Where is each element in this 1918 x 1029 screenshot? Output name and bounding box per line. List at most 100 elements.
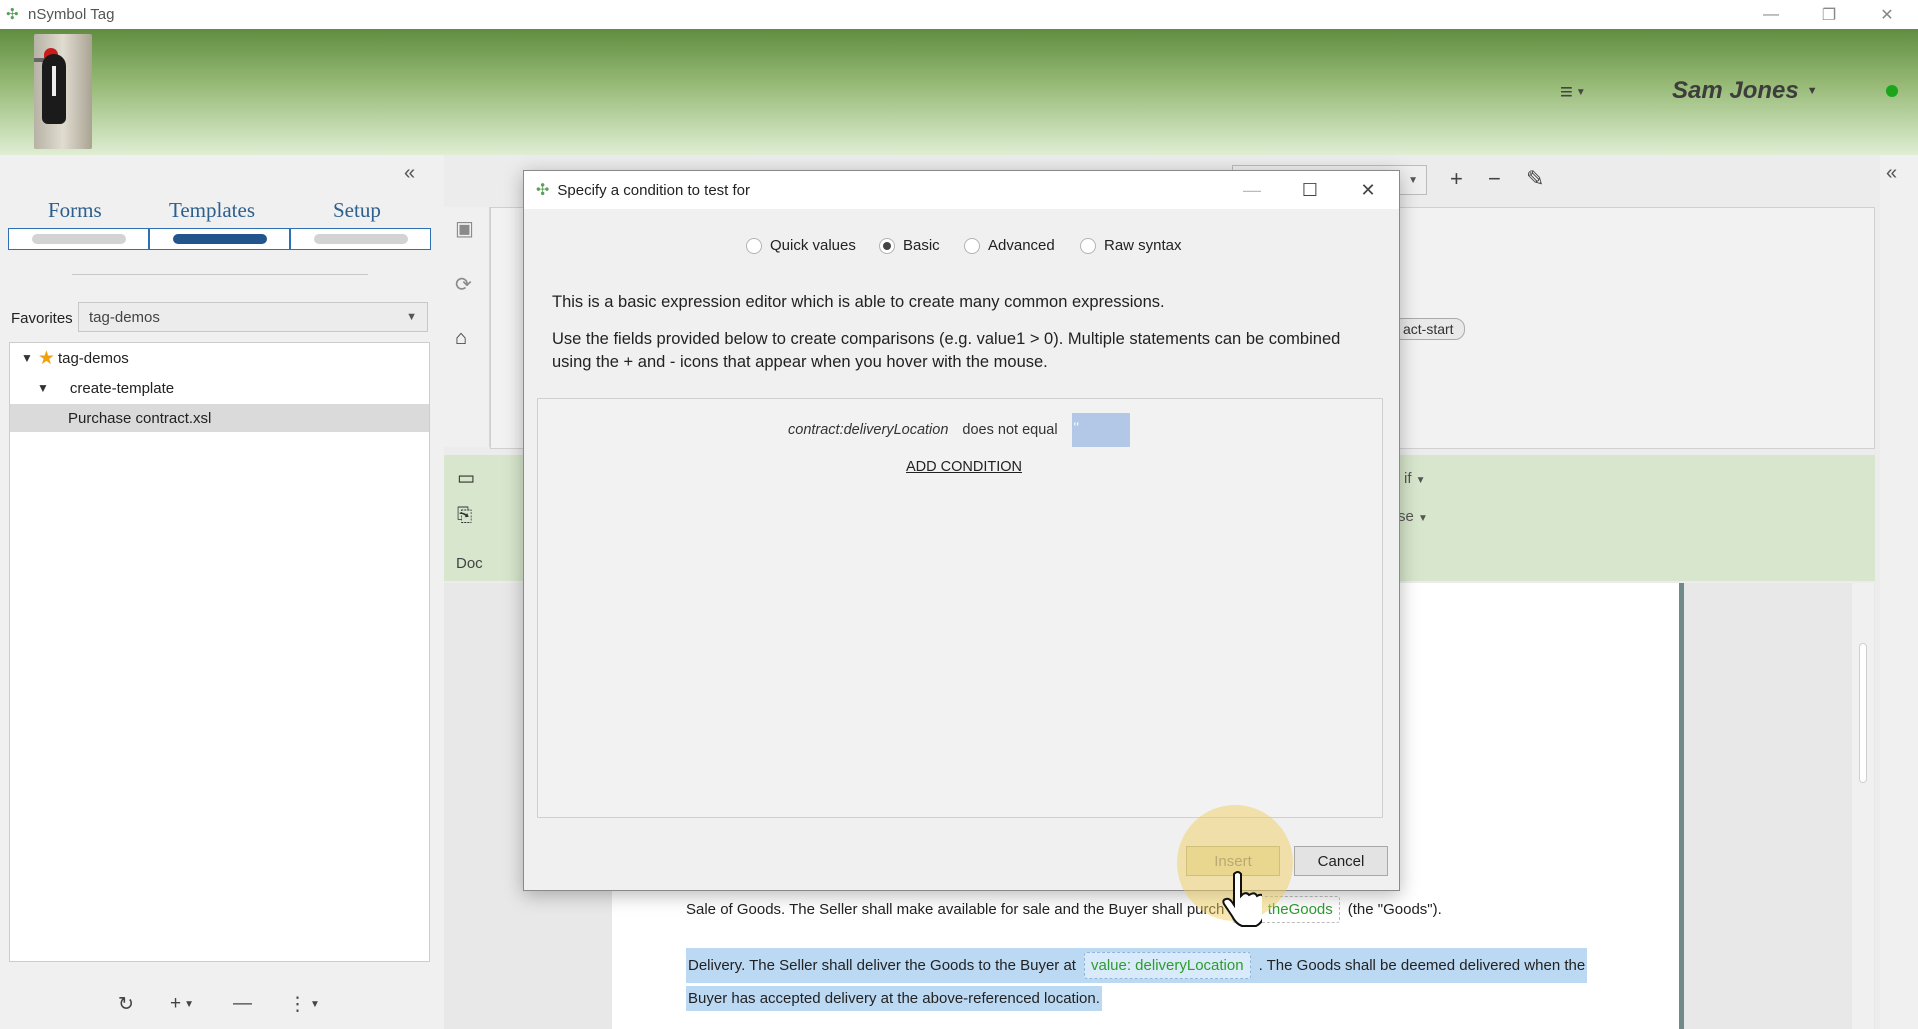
more-menu-button[interactable]: ⋮ ▼: [288, 992, 320, 1016]
radio-label: Quick values: [770, 237, 856, 254]
chevron-down-icon: ▼: [1418, 513, 1428, 524]
star-icon: ★: [37, 347, 55, 369]
minimize-button[interactable]: —: [1742, 0, 1800, 29]
expand-toggle-icon[interactable]: ▼: [37, 381, 49, 395]
home-icon[interactable]: ⌂: [455, 327, 467, 350]
dialog-description: This is a basic expression editor which …: [552, 293, 1165, 311]
dialog-instructions: Use the fields provided below to create …: [552, 330, 1341, 371]
insert-button[interactable]: Insert: [1186, 846, 1280, 876]
cancel-button[interactable]: Cancel: [1294, 846, 1388, 876]
mode-advanced[interactable]: Advanced: [964, 237, 1055, 254]
doc-line-delivery: Delivery. The Seller shall deliver the G…: [686, 948, 1588, 983]
reload-icon[interactable]: ⟳: [455, 272, 472, 297]
dialog-minimize-button[interactable]: —: [1227, 171, 1277, 209]
condition-operator[interactable]: does not equal: [962, 422, 1057, 438]
layout-icon[interactable]: ▭: [457, 467, 475, 490]
radio-icon[interactable]: [746, 237, 762, 254]
tab-templates-indicator[interactable]: [149, 228, 290, 250]
chevron-down-icon: ▼: [1806, 85, 1818, 97]
doc-text: Sale of Goods. The Seller shall make ava…: [686, 901, 1225, 918]
add-condition-link[interactable]: ADD CONDITION: [906, 459, 1022, 475]
minus-icon: −: [1488, 166, 1501, 191]
header-banner: [0, 29, 1918, 155]
doc-text: . The Goods shall be deemed delivered wh…: [1258, 957, 1586, 974]
tag-chip[interactable]: act-start: [1392, 318, 1465, 340]
radio-icon[interactable]: [964, 237, 980, 254]
main-menu-button[interactable]: ≡ ▼: [1560, 79, 1600, 104]
zoom-out-button[interactable]: −: [1488, 166, 1501, 192]
app-logo-icon: ✣: [536, 182, 550, 199]
radio-label: Advanced: [988, 237, 1055, 254]
woodpecker-logo: [34, 34, 92, 149]
favorites-value: tag-demos: [89, 309, 160, 326]
add-icon: +: [170, 993, 182, 1014]
dialog-maximize-button[interactable]: ☐: [1285, 171, 1335, 209]
field-chip-theGoods[interactable]: lue: theGoods: [1232, 896, 1340, 923]
tab-templates[interactable]: Templates: [169, 198, 255, 223]
scrollbar-thumb[interactable]: [1859, 643, 1867, 783]
edit-button[interactable]: ✎: [1526, 166, 1544, 192]
chevron-down-icon: ▼: [184, 998, 195, 1010]
tab-setup[interactable]: Setup: [333, 198, 381, 223]
favorites-dropdown[interactable]: tag-demos ▼: [78, 302, 428, 332]
doc-text: (the "Goods").: [1347, 901, 1442, 918]
tree-item-tag-demos[interactable]: ▼ ★ tag-demos: [10, 344, 429, 372]
condition-value-input[interactable]: '': [1071, 413, 1130, 447]
tab-forms-indicator[interactable]: [8, 228, 149, 250]
app-logo-icon: ✣: [6, 5, 19, 23]
tab-forms[interactable]: Forms: [48, 198, 102, 223]
template-tree: ▼ ★ tag-demos ▼ create-template Purchase…: [9, 342, 430, 962]
collapse-right-panel-icon[interactable]: «: [1886, 162, 1897, 185]
divider: [72, 274, 368, 275]
dialog-titlebar: ✣ Specify a condition to test for — ☐ ✕: [524, 171, 1399, 209]
right-gutter: [1880, 155, 1918, 1029]
tree-item-create-template[interactable]: ▼ create-template: [10, 374, 429, 402]
mode-raw-syntax[interactable]: Raw syntax: [1080, 237, 1182, 254]
doc-text: Delivery. The Seller shall deliver the G…: [688, 957, 1076, 974]
mode-quick-values[interactable]: Quick values: [746, 237, 856, 254]
favorites-label: Favorites: [11, 310, 73, 327]
tab-setup-indicator[interactable]: [290, 228, 431, 250]
chevron-down-icon: ▼: [1408, 175, 1418, 186]
collapse-left-panel-icon[interactable]: «: [404, 162, 430, 184]
radio-label: Raw syntax: [1104, 237, 1182, 254]
chevron-down-icon: ▼: [1415, 475, 1426, 486]
expand-toggle-icon[interactable]: ▼: [21, 351, 33, 365]
condition-editor: contract:deliveryLocation does not equal…: [537, 398, 1383, 818]
close-window-button[interactable]: ✕: [1858, 0, 1916, 29]
restore-button[interactable]: ❐: [1800, 0, 1858, 29]
add-menu-button[interactable]: + ▼: [170, 992, 194, 1016]
doc-text: Buyer has accepted delivery at the above…: [688, 990, 1100, 1007]
dialog-close-button[interactable]: ✕: [1343, 171, 1393, 209]
zoom-in-button[interactable]: +: [1450, 166, 1463, 192]
condition-dialog: ✣ Specify a condition to test for — ☐ ✕ …: [523, 170, 1400, 891]
document-scrollbar[interactable]: [1852, 583, 1874, 1029]
import-icon[interactable]: ⎘: [457, 505, 472, 527]
window-titlebar: ✣ nSymbol Tag — ❐ ✕: [0, 0, 1918, 29]
else-menu[interactable]: se ▼: [1398, 508, 1428, 525]
radio-icon[interactable]: [1080, 237, 1096, 254]
window-title: nSymbol Tag: [28, 6, 115, 23]
remove-button[interactable]: —: [233, 992, 252, 1016]
mode-basic[interactable]: Basic: [879, 237, 940, 254]
radio-label: Basic: [903, 237, 940, 254]
hamburger-icon: ≡: [1560, 79, 1573, 104]
doc-line-acceptance: Buyer has accepted delivery at the above…: [686, 986, 1102, 1011]
connection-status-indicator: [1886, 85, 1898, 97]
if-label: if: [1404, 470, 1412, 487]
field-chip-deliveryLocation[interactable]: value: deliveryLocation: [1083, 952, 1251, 979]
condition-row: contract:deliveryLocation does not equal…: [788, 413, 1130, 447]
tree-item-label: create-template: [69, 379, 175, 397]
condition-field[interactable]: contract:deliveryLocation: [788, 422, 948, 438]
save-icon[interactable]: ▣: [455, 216, 474, 241]
dialog-title: Specify a condition to test for: [557, 181, 751, 199]
tree-item-label: Purchase contract.xsl: [68, 409, 212, 427]
refresh-button[interactable]: ↻: [118, 992, 134, 1016]
radio-selected-icon[interactable]: [879, 237, 895, 254]
tree-item-purchase-contract[interactable]: Purchase contract.xsl: [10, 404, 429, 432]
user-name: Sam Jones: [1672, 77, 1799, 104]
else-label: se: [1398, 508, 1414, 525]
doc-label: Doc: [456, 555, 483, 572]
user-menu[interactable]: Sam Jones ▼: [1672, 76, 1818, 106]
if-menu[interactable]: if ▼: [1404, 470, 1426, 487]
